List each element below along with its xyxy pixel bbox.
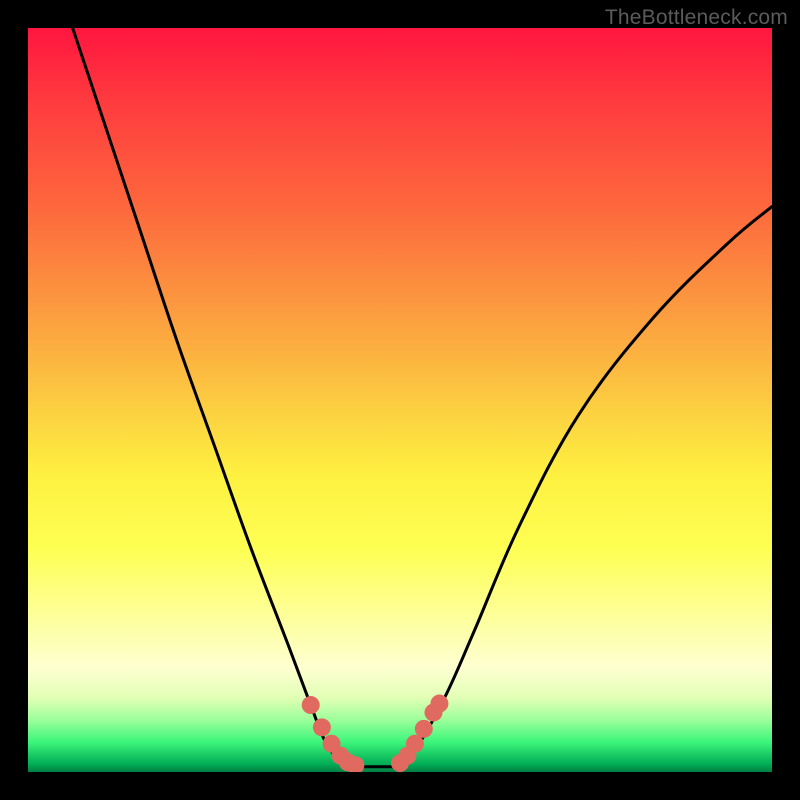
bottleneck-left-curve (73, 28, 356, 767)
watermark-text: TheBottleneck.com (605, 6, 788, 30)
chart-frame: TheBottleneck.com (0, 0, 800, 800)
highlight-dot (302, 696, 320, 714)
highlight-dot (430, 695, 448, 713)
curve-layer (28, 28, 772, 772)
highlight-dot (313, 718, 331, 736)
highlight-dots-right (391, 695, 448, 772)
bottleneck-right-curve (393, 207, 772, 767)
highlight-dot (415, 720, 433, 738)
plot-area (28, 28, 772, 772)
highlight-dots-left (302, 696, 365, 772)
